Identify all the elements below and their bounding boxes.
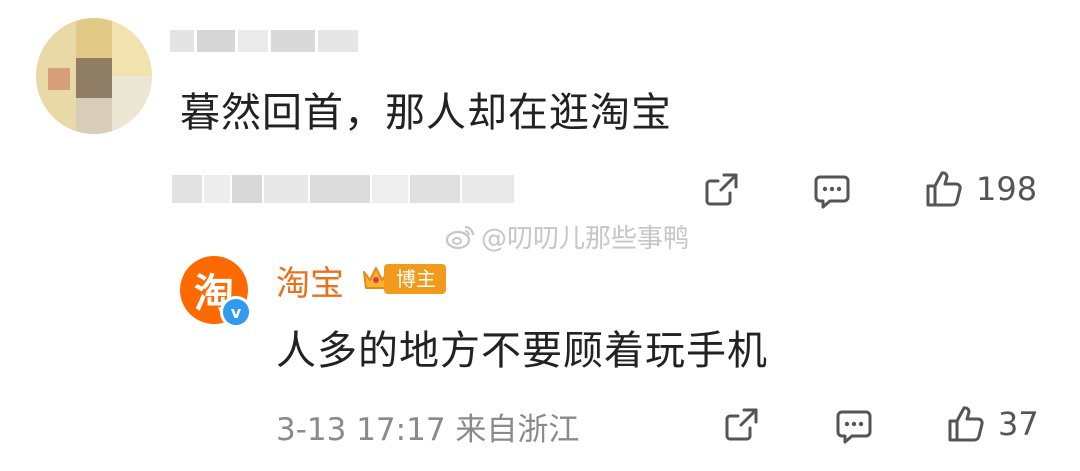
- like-button[interactable]: 198: [924, 169, 1037, 209]
- share-icon: [705, 173, 738, 206]
- share-icon: [725, 408, 758, 441]
- watermark: @叨叨儿那些事鸭: [445, 218, 689, 255]
- weibo-icon: [445, 225, 475, 249]
- comment-meta-blurred: [172, 174, 517, 204]
- reply-like-count: 37: [998, 405, 1039, 443]
- blogger-badge: 博主: [384, 264, 446, 294]
- comment-icon: [814, 175, 850, 209]
- comment-button[interactable]: [812, 171, 852, 211]
- thumbs-up-icon: [926, 171, 962, 207]
- reply-share-button[interactable]: [722, 404, 762, 444]
- like-count: 198: [976, 170, 1038, 208]
- reply-timestamp: 3-13 17:17 来自浙江: [276, 412, 580, 448]
- comment-icon: [836, 410, 872, 444]
- watermark-text: @叨叨儿那些事鸭: [481, 224, 690, 254]
- commenter-avatar[interactable]: [36, 18, 152, 134]
- reply-like-button[interactable]: 37: [946, 404, 1039, 444]
- reply-text: 人多的地方不要顾着玩手机: [276, 328, 768, 374]
- reply-author-name[interactable]: 淘宝: [276, 256, 344, 305]
- thumbs-up-icon: [948, 406, 984, 442]
- share-button[interactable]: [702, 169, 742, 209]
- verified-badge-icon: v: [220, 296, 252, 328]
- commenter-name-blurred[interactable]: [170, 28, 360, 54]
- comment-text: 暮然回首，那人却在逛淘宝: [180, 90, 672, 136]
- reply-comment-button[interactable]: [834, 406, 874, 446]
